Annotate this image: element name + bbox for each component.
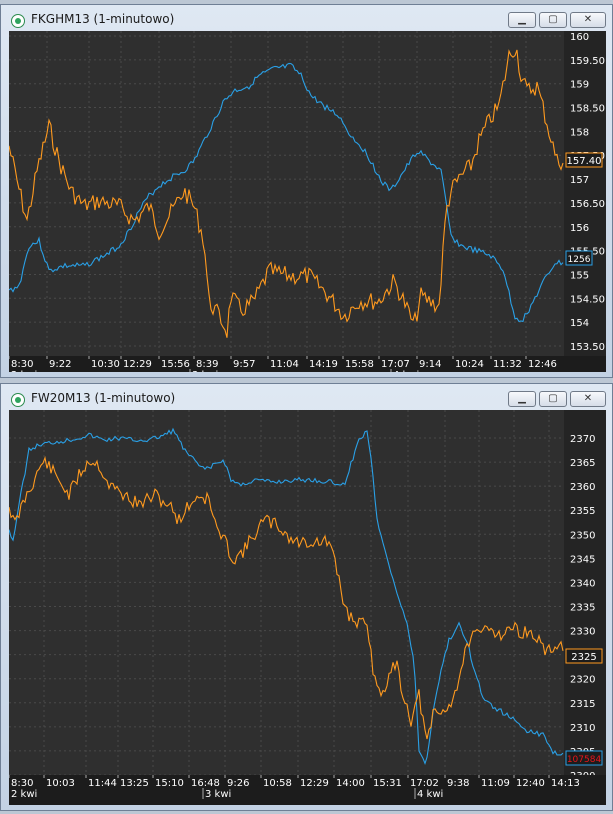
maximize-button[interactable]: ▢ (539, 391, 567, 407)
y-tick-label: 2365 (570, 458, 595, 469)
window-title: FKGHM13 (1-minutowo) (31, 12, 175, 26)
chart-area[interactable]: 2370 2365 2360 2355 2350 2345 2340 2335 2330 2325… (9, 410, 606, 805)
price-tag: 2325 (571, 652, 596, 663)
chart-svg: 160159.50159158.50158157.50157156.501561… (9, 31, 606, 372)
time-label: 11:04 (270, 359, 299, 370)
date-label: 3 kwi (192, 370, 218, 372)
y-tick-label: 155 (570, 270, 589, 281)
time-label: 13:25 (120, 778, 149, 789)
date-label: 3 kwi (205, 789, 231, 800)
chart-svg: 2370 2365 2360 2355 2350 2345 2340 2335 2330 2325… (9, 410, 606, 805)
y-tick-label: 2370 (570, 434, 595, 445)
time-label: 9:38 (447, 778, 469, 789)
y-tick-label: 2350 (570, 530, 595, 541)
y-tick-label: 154.50 (570, 294, 605, 305)
plot-background (9, 31, 564, 356)
app-icon (11, 14, 25, 28)
y-tick-label: 2330 (570, 627, 595, 638)
chart-area[interactable]: 160159.50159158.50158157.50157156.501561… (9, 31, 606, 372)
time-label: 8:30 (11, 778, 33, 789)
minimize-button[interactable]: ▁ (508, 12, 536, 28)
y-tick-label: 2340 (570, 578, 595, 589)
y-tick-label: 2360 (570, 482, 595, 493)
y-tick-label: 2335 (570, 603, 595, 614)
time-label: 8:39 (196, 359, 218, 370)
y-tick-label: 156 (570, 223, 589, 234)
time-label: 17:07 (381, 359, 410, 370)
y-tick-label: 2320 (570, 675, 595, 686)
time-label: 15:56 (161, 359, 190, 370)
time-label: 12:29 (300, 778, 329, 789)
time-label: 9:26 (227, 778, 249, 789)
time-label: 11:09 (481, 778, 510, 789)
time-label: 15:31 (373, 778, 402, 789)
plot-background (9, 410, 564, 775)
time-label: 17:02 (410, 778, 439, 789)
time-label: 9:57 (233, 359, 255, 370)
time-label: 12:29 (123, 359, 152, 370)
price-tag: 157.40 (567, 156, 602, 167)
time-label: 14:19 (309, 359, 338, 370)
close-button[interactable]: ✕ (570, 12, 606, 28)
time-label: 9:14 (419, 359, 441, 370)
time-label: 12:46 (528, 359, 557, 370)
time-label: 15:10 (155, 778, 184, 789)
y-tick-label: 157 (570, 175, 589, 186)
y-tick-label: 2355 (570, 506, 595, 517)
y-tick-label: 160 (570, 32, 589, 43)
y-tick-label: 2310 (570, 723, 595, 734)
y-tick-label: 154 (570, 318, 589, 329)
date-label: 4 kwi (393, 370, 419, 372)
date-label: 2 kwi (11, 789, 37, 800)
y-tick-label: 158 (570, 127, 589, 138)
time-label: 10:58 (263, 778, 292, 789)
time-label: 11:32 (493, 359, 522, 370)
time-label: 10:24 (455, 359, 484, 370)
y-tick-label: 159.50 (570, 56, 605, 67)
time-label: 12:40 (516, 778, 545, 789)
time-label: 14:13 (551, 778, 580, 789)
y-tick-label: 2315 (570, 699, 595, 710)
close-button[interactable]: ✕ (570, 391, 606, 407)
time-label: 15:58 (345, 359, 374, 370)
time-label: 10:30 (91, 359, 120, 370)
time-label: 10:03 (46, 778, 75, 789)
time-label: 16:48 (191, 778, 220, 789)
y-tick-label: 2345 (570, 554, 595, 565)
date-label: 4 kwi (417, 789, 443, 800)
time-label: 14:00 (336, 778, 365, 789)
chart-window-fkghm13[interactable]: FKGHM13 (1-minutowo) ▁ ▢ ✕ 160 159.50 159 1… (0, 4, 613, 378)
time-label: 9:22 (49, 359, 71, 370)
y-tick-label: 153.50 (570, 342, 605, 353)
volume-tag: 1256 (568, 255, 591, 265)
time-label: 8:30 (11, 359, 33, 370)
date-label: 2 kwi (11, 370, 37, 372)
maximize-button[interactable]: ▢ (539, 12, 567, 28)
minimize-button[interactable]: ▁ (508, 391, 536, 407)
time-label: 11:44 (88, 778, 117, 789)
y-tick-label: 159 (570, 80, 589, 91)
y-tick-label: 156.50 (570, 199, 605, 210)
window-title: FW20M13 (1-minutowo) (31, 391, 176, 405)
y-tick-label: 158.50 (570, 104, 605, 115)
app-icon (11, 393, 25, 407)
volume-tag: 107584 (567, 755, 602, 765)
chart-window-fw20m13[interactable]: FW20M13 (1-minutowo) ▁ ▢ ✕ 2370 2365 2360 2… (0, 383, 613, 811)
